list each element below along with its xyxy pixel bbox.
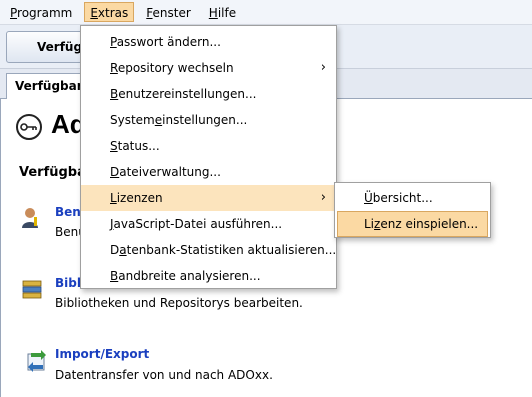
menu-item-run-javascript[interactable]: JavaScript-Datei ausführen...: [81, 211, 336, 237]
menu-item-prefix: D: [110, 243, 120, 257]
menu-hilfe-mnemonic: H: [208, 6, 218, 20]
menu-item-analyze-bandwidth[interactable]: Bandbreite analysieren...: [81, 263, 336, 289]
menu-hilfe[interactable]: Hilfe: [203, 2, 242, 22]
submenu-arrow-icon: ›: [320, 60, 326, 75]
menu-item-status[interactable]: Status...: [81, 133, 336, 159]
menu-item-label: andbreite analysieren...: [118, 269, 261, 283]
menu-item-update-db-stats[interactable]: Datenbank-Statistiken aktualisieren...: [81, 237, 336, 263]
licenses-submenu: Übersicht... Lizenz einspielen...: [334, 182, 491, 238]
menu-programm-label: rogramm: [17, 6, 73, 20]
import-export-icon: [27, 350, 46, 372]
menu-item-mnemonic: D: [110, 165, 120, 179]
library-icon: [22, 280, 42, 299]
menu-programm[interactable]: Programm: [4, 2, 78, 22]
menu-item-mnemonic: P: [110, 35, 117, 49]
menu-item-mnemonic: a: [119, 243, 127, 257]
menu-item-label: bersicht...: [372, 191, 433, 205]
menu-item-label: enz einspielen...: [380, 217, 479, 231]
menu-item-switch-repository[interactable]: Repository wechseln ›: [81, 55, 336, 81]
key-icon: [16, 114, 42, 140]
menu-programm-mnemonic: P: [10, 6, 18, 20]
menu-item-file-management[interactable]: Dateiverwaltung...: [81, 159, 336, 185]
menu-fenster[interactable]: Fenster: [140, 2, 197, 22]
menu-item-mnemonic: B: [110, 87, 119, 101]
menu-extras-label: xtras: [97, 6, 129, 20]
menu-item-change-password[interactable]: Passwort ändern...: [81, 29, 336, 55]
menu-item-label: enutzereinstellungen...: [118, 87, 257, 101]
menu-item-mnemonic: B: [110, 269, 119, 283]
menu-item-system-settings[interactable]: Systemeinstellungen...: [81, 107, 336, 133]
menu-item-label: tenbank-Statistiken aktualisieren...: [126, 243, 337, 257]
menu-item-mnemonic: L: [110, 191, 117, 205]
menu-item-label: izenzen: [116, 191, 163, 205]
menu-item-label: avaScript-Datei ausführen...: [113, 217, 283, 231]
menu-item-install-license[interactable]: Lizenz einspielen...: [337, 211, 488, 237]
extras-menu: Passwort ändern... Repository wechseln › …: [80, 25, 337, 289]
menu-item-label: tatus...: [117, 139, 160, 153]
menu-item-mnemonic: S: [110, 139, 118, 153]
menu-fenster-label: enster: [152, 6, 191, 20]
menu-item-prefix: Li: [364, 217, 375, 231]
menu-item-label: ateiverwaltung...: [119, 165, 221, 179]
menu-item-overview[interactable]: Übersicht...: [335, 185, 490, 211]
menu-item-prefix: System: [110, 113, 155, 127]
menu-item-user-settings[interactable]: Benutzereinstellungen...: [81, 81, 336, 107]
item-import-export-desc: Datentransfer von und nach ADOxx.: [55, 368, 273, 382]
submenu-arrow-icon: ›: [320, 190, 326, 205]
user-icon: [22, 208, 38, 228]
menu-item-label: instellungen...: [162, 113, 248, 127]
item-import-export-title[interactable]: Import/Export: [55, 347, 149, 361]
menu-item-mnemonic: R: [110, 61, 118, 75]
menubar: Programm Extras Fenster Hilfe: [0, 0, 532, 25]
menu-item-mnemonic: Ü: [364, 191, 373, 205]
menu-extras-mnemonic: E: [90, 6, 98, 20]
menu-item-label: asswort ändern...: [116, 35, 221, 49]
item-libraries-desc: Bibliotheken und Repositorys bearbeiten.: [55, 296, 303, 310]
menu-item-licenses[interactable]: Lizenzen ›: [81, 185, 336, 211]
menu-item-label: epository wechseln: [117, 61, 234, 75]
menu-hilfe-label: ilfe: [217, 6, 237, 20]
menu-extras[interactable]: Extras: [84, 2, 135, 22]
